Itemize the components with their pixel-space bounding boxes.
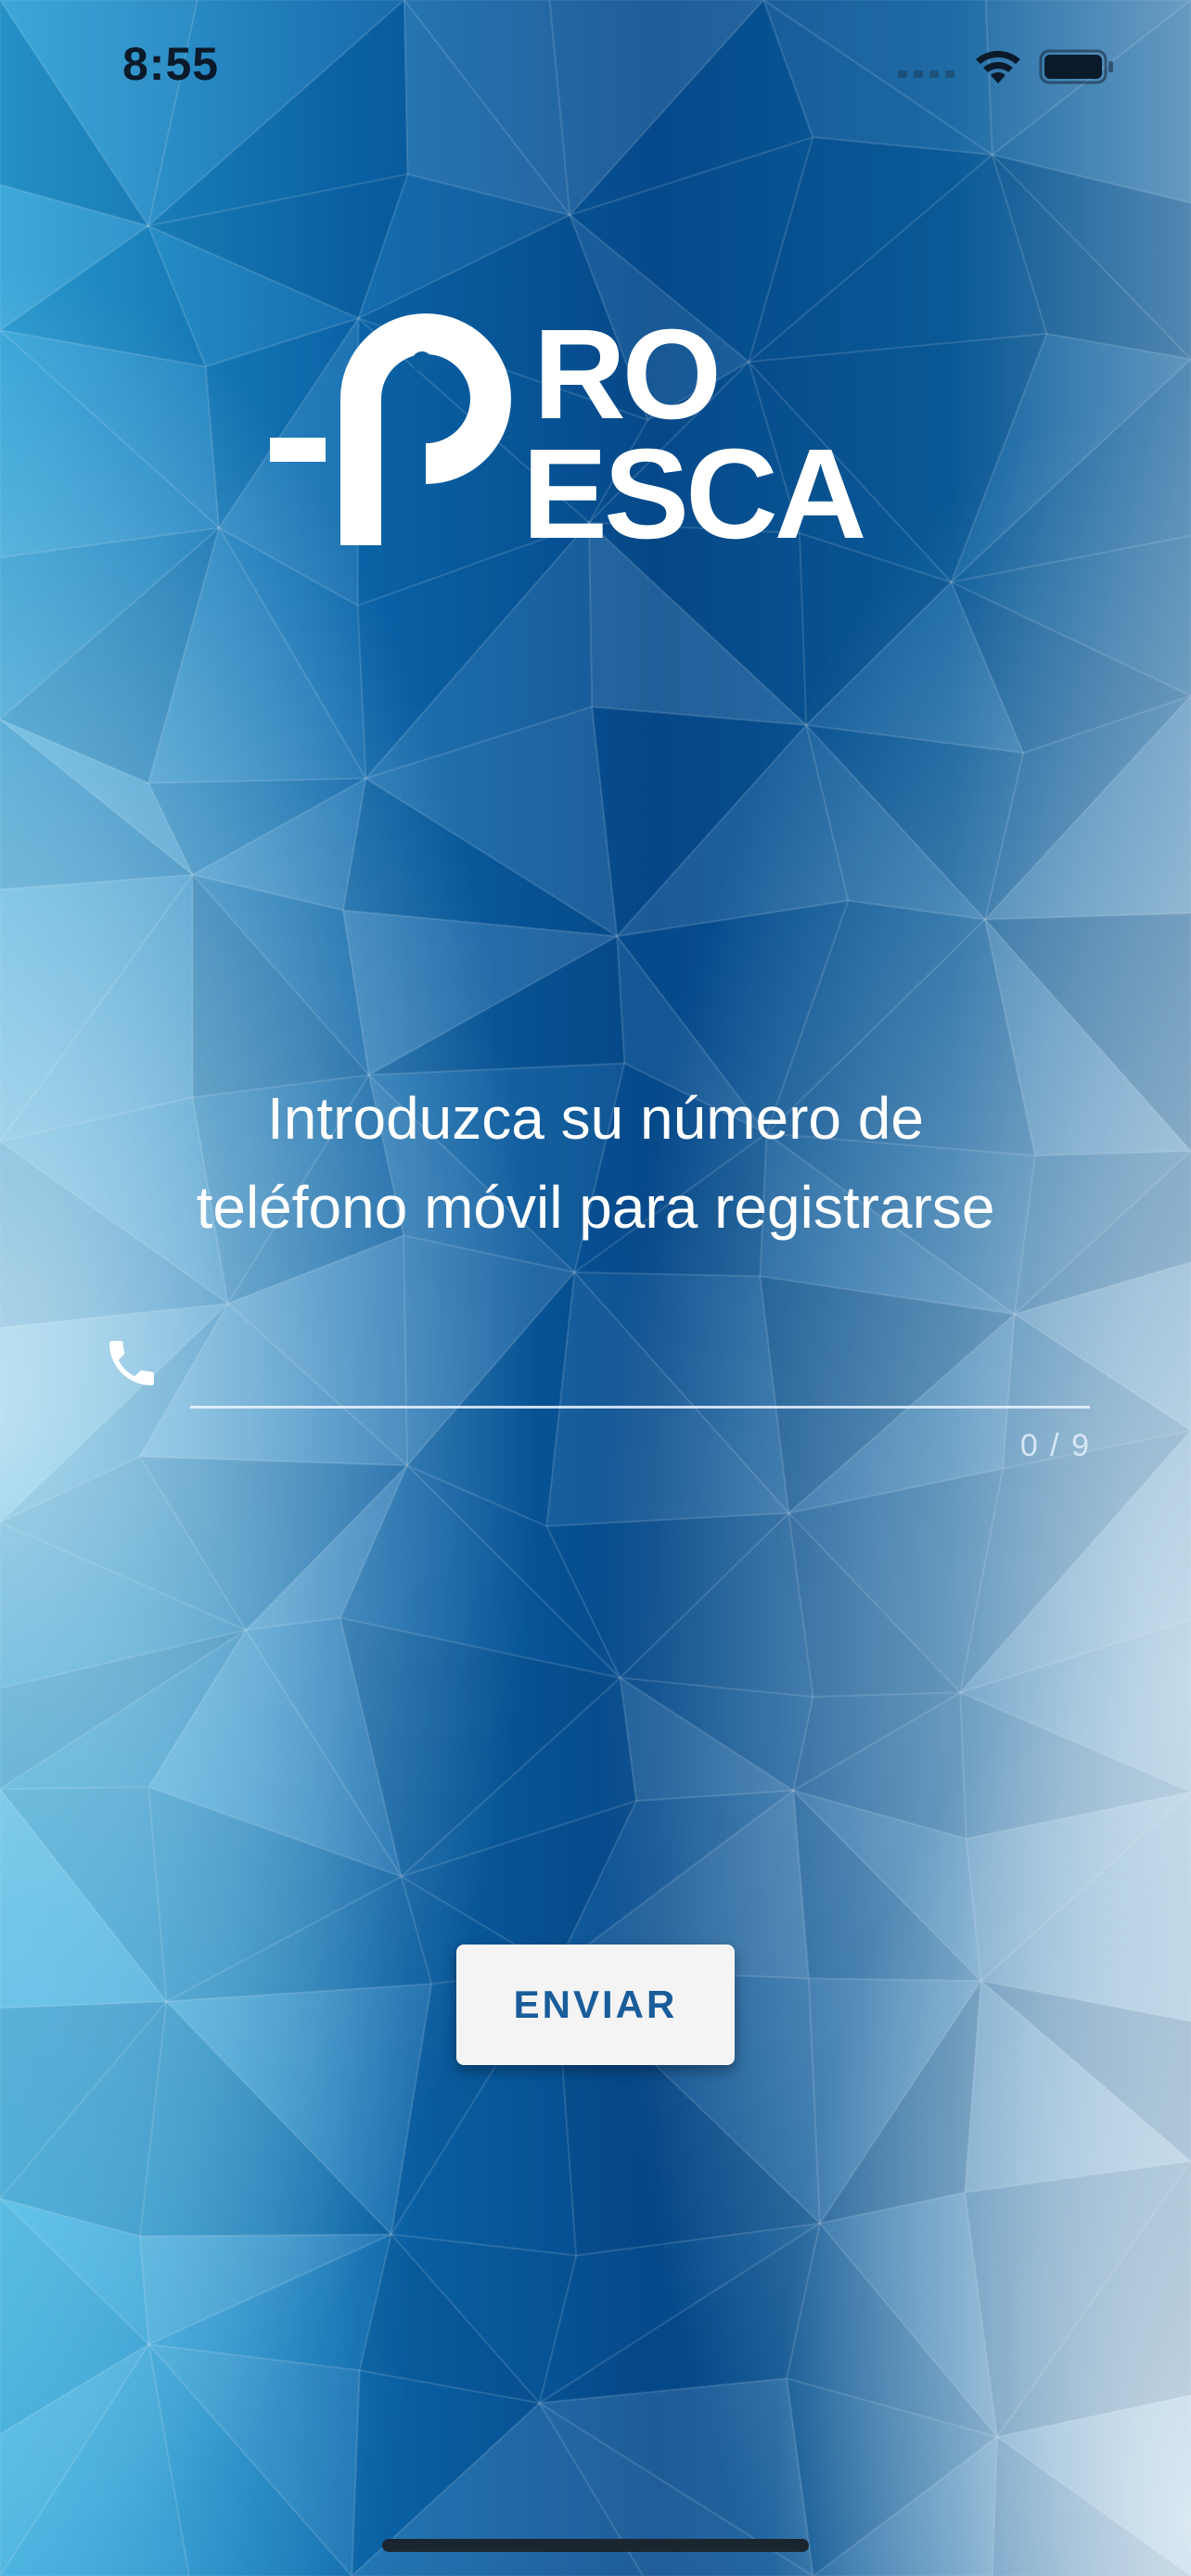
- character-counter: 0 / 9: [1019, 1428, 1091, 1463]
- instruction-text: Introduzca su número de teléfono móvil p…: [111, 1074, 1080, 1252]
- send-button[interactable]: ENVIAR: [456, 1945, 735, 2065]
- signal-icon: [898, 70, 954, 78]
- instruction-line-2: teléfono móvil para registrarse: [196, 1174, 995, 1241]
- logo-text-esca: ESCA: [522, 423, 864, 545]
- phone-number-input[interactable]: [190, 1328, 1090, 1402]
- instruction-line-1: Introduzca su número de: [267, 1085, 924, 1152]
- phone-icon: [109, 1341, 154, 1385]
- phone-screen: 8:55 RO ESCA Introduzca su número de tel…: [0, 0, 1191, 2576]
- input-underline: [190, 1406, 1090, 1409]
- status-time: 8:55: [122, 38, 220, 90]
- battery-icon: [1039, 49, 1113, 84]
- pro-pesca-logo: RO ESCA: [270, 303, 868, 545]
- home-indicator: [382, 2539, 809, 2552]
- wifi-icon: [976, 50, 1020, 83]
